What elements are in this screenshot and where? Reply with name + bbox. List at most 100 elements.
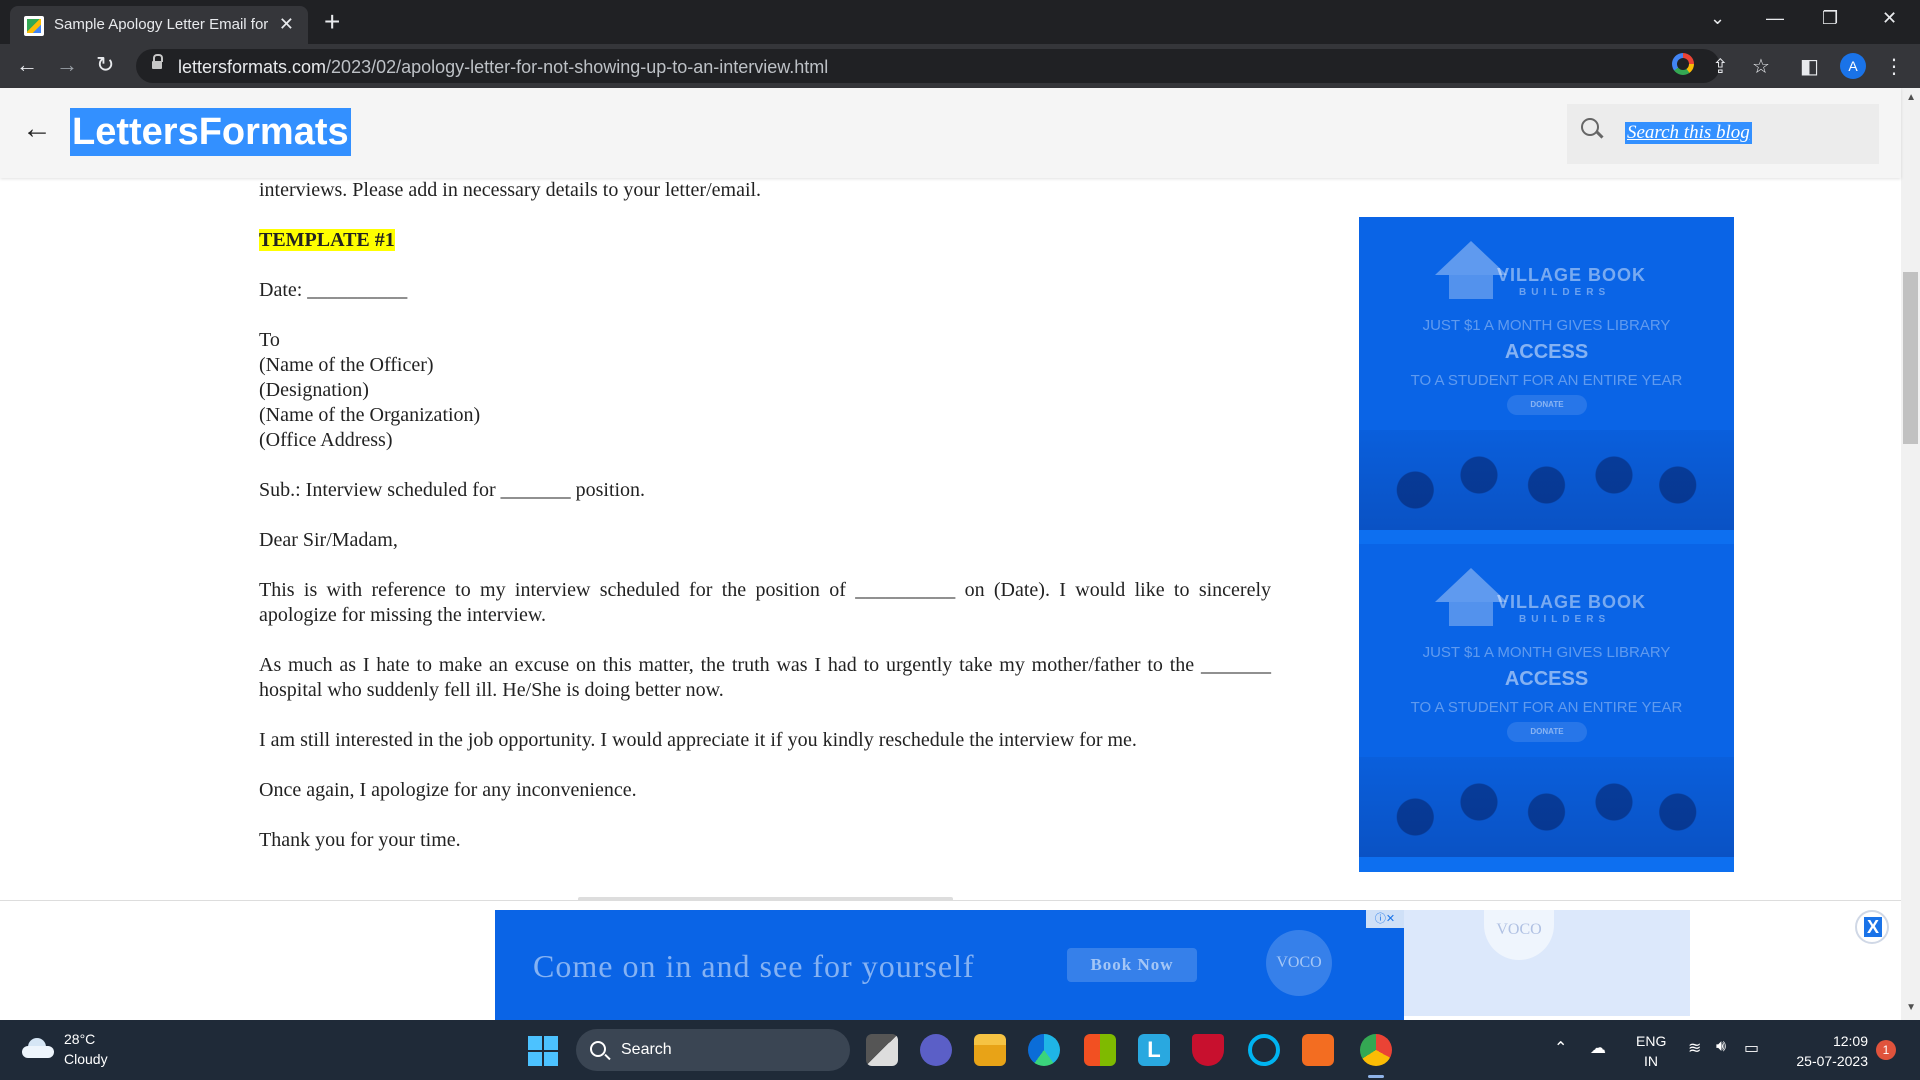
hotel-banner-ad[interactable]: Come on in and see for yourself Book Now… xyxy=(495,910,1404,1021)
anchor-ad-handle[interactable] xyxy=(578,897,953,901)
address-office: (Office Address) xyxy=(259,429,393,451)
ad-photo xyxy=(1359,430,1734,530)
wifi-icon[interactable]: ≋ xyxy=(1688,1038,1701,1058)
article-body: interviews. Please add in necessary deta… xyxy=(259,178,1271,853)
minimize-icon[interactable]: — xyxy=(1766,8,1784,29)
back-icon[interactable]: ← xyxy=(16,52,38,78)
edge-browser-icon[interactable] xyxy=(1028,1034,1060,1066)
address-officer: (Name of the Officer) xyxy=(259,354,434,376)
scroll-down-icon[interactable]: ▼ xyxy=(1906,1002,1916,1013)
task-view-icon[interactable] xyxy=(866,1034,898,1066)
new-tab-icon[interactable]: + xyxy=(324,6,340,38)
search-icon[interactable] xyxy=(1581,118,1603,140)
voco-logo: VOCO xyxy=(1266,930,1332,996)
blog-title[interactable]: LettersFormats xyxy=(70,108,351,156)
anchor-ad: Come on in and see for yourself Book Now… xyxy=(0,897,1901,1021)
close-ad-button[interactable]: X xyxy=(1855,910,1889,944)
voco-logo-faded: VOCO xyxy=(1484,910,1554,960)
scroll-up-icon[interactable]: ▲ xyxy=(1906,92,1916,103)
adchoices-icon[interactable]: ⓘ✕ xyxy=(1366,910,1404,928)
alexa-icon[interactable] xyxy=(1248,1034,1280,1066)
letter-paragraph-3: I am still interested in the job opportu… xyxy=(259,729,1137,751)
teams-chat-icon[interactable] xyxy=(920,1034,952,1066)
search-input[interactable]: Search this blog xyxy=(1625,122,1752,144)
ad-line-3: TO A STUDENT FOR AN ENTIRE YEAR xyxy=(1410,699,1683,716)
chrome-icon[interactable] xyxy=(1360,1034,1392,1078)
address-designation: (Designation) xyxy=(259,379,369,401)
browser-toolbar: ← → ↻ lettersformats.com/2023/02/apology… xyxy=(0,44,1920,88)
address-organization: (Name of the Organization) xyxy=(259,404,481,426)
donate-button[interactable]: DONATE xyxy=(1507,722,1587,742)
close-tab-icon[interactable]: ✕ xyxy=(279,14,294,35)
blog-back-arrow-icon[interactable]: ← xyxy=(22,112,52,146)
letter-paragraph-4: Once again, I apologize for any inconven… xyxy=(259,779,637,801)
sidebar-ad[interactable]: VILLAGE BOOK BUILDERS JUST $1 A MONTH GI… xyxy=(1359,217,1734,872)
ad-line-1: JUST $1 A MONTH GIVES LIBRARY xyxy=(1422,317,1671,334)
close-ad-icon[interactable]: X xyxy=(1864,917,1882,937)
mcafee-icon[interactable] xyxy=(1192,1034,1224,1066)
bookmark-star-icon[interactable]: ☆ xyxy=(1752,54,1770,79)
search-icon xyxy=(590,1041,606,1057)
cloud-weather-icon[interactable] xyxy=(22,1038,54,1058)
donate-button[interactable]: DONATE xyxy=(1507,395,1587,415)
onedrive-cloud-icon[interactable]: ☁ xyxy=(1590,1038,1606,1058)
side-panel-icon[interactable]: ◧ xyxy=(1800,54,1819,79)
ad-brand: VILLAGE BOOK xyxy=(1497,592,1647,612)
battery-icon[interactable]: ▭ xyxy=(1744,1038,1759,1058)
tab-title: Sample Apology Letter Email for xyxy=(54,16,269,33)
volume-icon[interactable]: 🔊︎ xyxy=(1716,1038,1726,1056)
tab-search-chevron-icon[interactable]: ⌄ xyxy=(1710,8,1725,29)
share-icon[interactable]: ⇪ xyxy=(1712,54,1729,79)
letter-paragraph-1: This is with reference to my interview s… xyxy=(259,579,1271,626)
taskbar-search[interactable]: Search xyxy=(576,1029,850,1071)
weather-condition[interactable]: Cloudy xyxy=(64,1051,108,1067)
ad-line-1: JUST $1 A MONTH GIVES LIBRARY xyxy=(1422,644,1671,661)
lightshot-icon[interactable]: L xyxy=(1138,1034,1170,1066)
weather-temperature[interactable]: 28°C xyxy=(64,1031,95,1047)
letter-paragraph-2: As much as I hate to make an excuse on t… xyxy=(259,654,1271,701)
xampp-icon[interactable] xyxy=(1302,1034,1334,1066)
page-scrollbar[interactable] xyxy=(1901,88,1920,1020)
browser-tab-strip: Sample Apology Letter Email for ✕ + ⌄ — … xyxy=(0,0,1920,44)
banner-headline: Come on in and see for yourself xyxy=(533,948,975,984)
show-hidden-icons-chevron-icon[interactable]: ⌃ xyxy=(1554,1038,1567,1058)
blog-search-box[interactable]: Search this blog xyxy=(1567,104,1879,164)
system-clock[interactable]: 12:09 25-07-2023 xyxy=(1784,1031,1868,1071)
url-text[interactable]: lettersformats.com/2023/02/apology-lette… xyxy=(178,57,828,78)
reload-icon[interactable]: ↻ xyxy=(96,52,114,78)
template-label: TEMPLATE #1 xyxy=(259,229,395,251)
file-explorer-icon[interactable] xyxy=(974,1034,1006,1066)
banner-ad-secondary[interactable]: VOCO xyxy=(1404,910,1690,1016)
ad-panel-top[interactable]: VILLAGE BOOK BUILDERS JUST $1 A MONTH GI… xyxy=(1359,217,1734,530)
language-indicator[interactable]: ENG IN xyxy=(1636,1031,1666,1071)
restore-icon[interactable]: ❐ xyxy=(1822,8,1838,29)
notification-badge[interactable]: 1 xyxy=(1876,1040,1896,1060)
blog-header: ← LettersFormats Search this blog xyxy=(0,88,1901,178)
article-intro: interviews. Please add in necessary deta… xyxy=(259,179,762,201)
microsoft-store-icon[interactable] xyxy=(1084,1034,1116,1066)
ad-line-2: ACCESS xyxy=(1504,341,1589,363)
ad-photo xyxy=(1359,757,1734,857)
address-to: To xyxy=(259,329,280,351)
address-bar[interactable]: lettersformats.com/2023/02/apology-lette… xyxy=(136,49,1720,83)
ad-brand: VILLAGE BOOK xyxy=(1497,265,1647,285)
menu-kebab-icon[interactable]: ⋮ xyxy=(1884,54,1904,79)
clock-time: 12:09 xyxy=(1832,1033,1868,1049)
forward-icon[interactable]: → xyxy=(56,52,78,78)
profile-avatar[interactable]: A xyxy=(1840,53,1866,79)
ad-brand-sub: BUILDERS xyxy=(1519,287,1611,298)
salutation: Dear Sir/Madam, xyxy=(259,529,398,551)
date-line: Date: __________ xyxy=(259,279,408,301)
ad-panel-bottom[interactable]: VILLAGE BOOK BUILDERS JUST $1 A MONTH GI… xyxy=(1359,544,1734,857)
lock-icon[interactable] xyxy=(152,54,163,70)
site-favicon-icon xyxy=(24,16,44,36)
browser-tab[interactable]: Sample Apology Letter Email for ✕ xyxy=(10,6,308,44)
book-now-button[interactable]: Book Now xyxy=(1067,948,1197,982)
windows-taskbar: 28°C Cloudy Search L ⌃ ☁ ENG IN ≋ 🔊︎ ▭ 1… xyxy=(0,1020,1920,1080)
start-menu-icon[interactable] xyxy=(528,1036,558,1066)
google-icon[interactable] xyxy=(1672,53,1694,75)
close-window-icon[interactable]: ✕ xyxy=(1882,8,1897,29)
ad-brand-sub: BUILDERS xyxy=(1519,614,1611,625)
language-code: ENG xyxy=(1636,1033,1667,1049)
scrollbar-thumb[interactable] xyxy=(1903,272,1918,444)
